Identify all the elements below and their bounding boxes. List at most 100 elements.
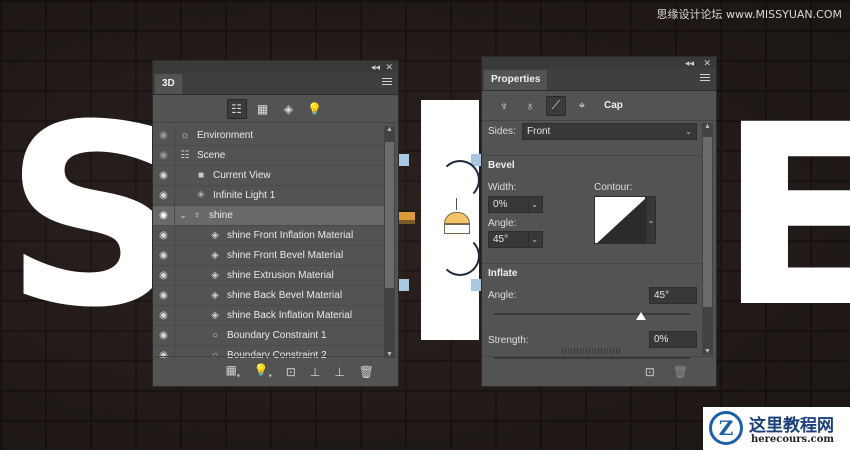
ground-shadow-icon[interactable]: ⊥ [334, 365, 344, 379]
list-item[interactable]: ◉ ☷ Scene [153, 146, 385, 166]
logo-url: herecours.com [751, 434, 835, 445]
site-logo: Z 这里教程网 herecours.com [703, 407, 850, 450]
properties-resize-grip[interactable] [562, 348, 622, 354]
chevron-down-icon[interactable]: ⌄ [177, 210, 189, 221]
layer-label: shine Front Bevel Material [227, 250, 344, 261]
scrollbar-thumb[interactable] [703, 137, 712, 307]
logo-mark: Z [709, 411, 743, 445]
panel-menu-icon[interactable] [700, 74, 710, 83]
contour-picker[interactable] [594, 196, 646, 244]
deform-mode-icon[interactable]: ♁ [520, 96, 540, 116]
trash-icon[interactable]: 🗑 [673, 365, 688, 379]
chevron-down-icon: ⌄ [528, 232, 538, 247]
properties-scrollbar[interactable]: ▲ ▼ [702, 123, 713, 355]
layer-label: Environment [197, 130, 254, 141]
inflate-angle-slider-handle[interactable] [636, 312, 646, 320]
meshes-filter-icon[interactable]: ▦ [253, 99, 273, 119]
gizmo-handle-right-bottom [471, 279, 481, 291]
drop-to-ground-icon[interactable]: ⊥ [310, 365, 320, 379]
3d-filter-toolbar: ☷ ▦ ◈ 💡 [153, 95, 398, 123]
eye-icon[interactable]: ◉ [153, 226, 175, 245]
list-item[interactable]: ◉ ○ Boundary Constraint 1 [153, 326, 385, 346]
render-icon[interactable]: ⊡ [286, 365, 296, 379]
list-item[interactable]: ◉ ◈ shine Back Inflation Material [153, 306, 385, 326]
collapse-icon[interactable]: ◂◂ [371, 61, 380, 73]
panel-3d-titlebar[interactable]: ◂◂ ✕ [153, 61, 398, 73]
lights-filter-icon[interactable]: 💡 [305, 99, 325, 119]
scrollbar-thumb[interactable] [385, 142, 394, 288]
eye-icon[interactable]: ◉ [153, 186, 175, 205]
eye-icon[interactable]: ◉ [153, 206, 175, 225]
panel-3d: ◂◂ ✕ 3D ☷ ▦ ◈ 💡 ◉ ☼ Environment ◉ ☷ Scen… [152, 60, 399, 387]
list-item[interactable]: ◉ ◈ shine Front Bevel Material [153, 246, 385, 266]
whole-scene-filter-icon[interactable]: ☷ [226, 98, 247, 119]
panel-properties-tabbar: Properties [482, 69, 716, 91]
close-icon[interactable]: ✕ [385, 61, 393, 73]
gizmo-handle-bottom [399, 279, 409, 291]
eye-icon[interactable]: ◉ [153, 126, 175, 145]
material-icon: ◈ [211, 250, 219, 261]
scroll-up-icon[interactable]: ▲ [384, 126, 395, 133]
panel-properties-titlebar[interactable]: ◂◂ ✕ [482, 57, 716, 69]
watermark-text: 思缘设计论坛 www.MISSYUAN.COM [656, 8, 842, 21]
bevel-heading: Bevel [482, 155, 702, 175]
render-icon[interactable]: ⊡ [645, 365, 655, 379]
material-icon: ◈ [211, 290, 219, 301]
collapse-icon[interactable]: ◂◂ [685, 57, 694, 69]
add-light-icon[interactable]: 💡▾ [254, 363, 272, 379]
bevel-angle-field[interactable]: 45° ⌄ [488, 231, 543, 248]
inflate-angle-slider[interactable] [494, 313, 690, 315]
material-icon: ◈ [211, 270, 219, 281]
cap-widget-icon [444, 198, 470, 238]
mesh-icon: ♆ [193, 210, 201, 221]
layer-label: shine [209, 210, 233, 221]
list-item[interactable]: ◉ ■ Current View [153, 166, 385, 186]
add-mesh-icon[interactable]: ▦▾ [225, 363, 239, 379]
eye-icon[interactable]: ◉ [153, 326, 175, 345]
cap-mode-icon[interactable]: ⟋ [546, 95, 566, 116]
inflate-heading: Inflate [482, 263, 702, 283]
materials-filter-icon[interactable]: ◈ [279, 99, 299, 119]
tab-properties[interactable]: Properties [484, 70, 548, 90]
scene-icon: ☷ [180, 150, 190, 161]
inflate-angle-field[interactable]: 45° [649, 287, 697, 304]
eye-icon[interactable]: ◉ [153, 266, 175, 285]
eye-icon[interactable]: ◉ [153, 146, 175, 165]
list-item-selected[interactable]: ◉ ⌄ ♆ shine [153, 206, 385, 226]
light-icon: ✳ [196, 190, 206, 201]
sides-select[interactable]: Front ⌄ [522, 123, 697, 140]
panel-3d-bottombar: ▦▾ 💡▾ ⊡ ⊥ ⊥ 🗑 [153, 356, 398, 386]
list-item[interactable]: ◉ ◈ shine Back Bevel Material [153, 286, 385, 306]
scene-letter-e: E [718, 71, 850, 362]
eye-icon[interactable]: ◉ [153, 286, 175, 305]
layer-list: ◉ ☼ Environment ◉ ☷ Scene ◉ ■ Current Vi… [153, 126, 385, 358]
constraint-icon: ○ [211, 330, 219, 341]
layer-scrollbar[interactable]: ▲ ▼ [384, 126, 395, 358]
panel-menu-icon[interactable] [382, 78, 392, 87]
list-item[interactable]: ◉ ◈ shine Extrusion Material [153, 266, 385, 286]
coordinates-mode-icon[interactable]: ⌖ [572, 96, 592, 116]
eye-icon[interactable]: ◉ [153, 306, 175, 325]
tab-3d[interactable]: 3D [155, 74, 182, 94]
list-item[interactable]: ◉ ◈ shine Front Inflation Material [153, 226, 385, 246]
layer-label: shine Back Bevel Material [227, 290, 343, 301]
list-item[interactable]: ◉ ✳ Infinite Light 1 [153, 186, 385, 206]
panel-properties-bottombar: ⊡ 🗑 [482, 356, 716, 386]
mesh-mode-icon[interactable]: ♆ [494, 96, 514, 116]
bevel-angle-label: Angle: [488, 218, 517, 229]
gizmo-handle-top [399, 154, 409, 166]
material-icon: ◈ [211, 230, 219, 241]
material-icon: ◈ [211, 310, 219, 321]
mode-label: Cap [604, 100, 623, 111]
gizmo-arc-bottom [440, 236, 480, 276]
scroll-down-icon[interactable]: ▼ [702, 348, 713, 355]
list-item[interactable]: ◉ ☼ Environment [153, 126, 385, 146]
scroll-up-icon[interactable]: ▲ [702, 123, 713, 130]
eye-icon[interactable]: ◉ [153, 166, 175, 185]
trash-icon[interactable]: 🗑 [359, 365, 374, 379]
bevel-width-field[interactable]: 0% ⌄ [488, 196, 543, 213]
eye-icon[interactable]: ◉ [153, 246, 175, 265]
close-icon[interactable]: ✕ [703, 57, 711, 69]
contour-dropdown[interactable]: ⌄ [646, 196, 656, 244]
inflate-strength-field[interactable]: 0% [649, 331, 697, 348]
